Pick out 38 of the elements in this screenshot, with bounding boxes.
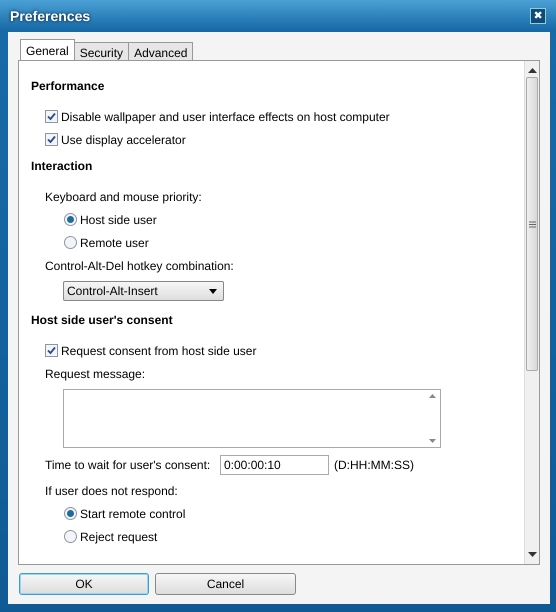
field-label: If user does not respond: (45, 482, 178, 500)
close-button[interactable]: ✖ (530, 8, 546, 24)
checkbox[interactable] (45, 133, 58, 146)
radio-label: Remote user (80, 234, 149, 252)
radio-label: Start remote control (80, 506, 186, 522)
field-label: Request message: (45, 366, 146, 382)
checkbox[interactable] (45, 110, 58, 123)
hotkey-dropdown[interactable]: Control-Alt-Insert (63, 281, 224, 301)
radio-button[interactable] (64, 213, 77, 226)
checkbox-label: Use display accelerator (61, 132, 186, 148)
ok-button[interactable]: OK (19, 573, 149, 595)
scrollbar[interactable] (524, 61, 539, 564)
caret-icon (209, 288, 217, 294)
radio-button[interactable] (64, 507, 77, 520)
checkbox-label: Request consent from host side user (61, 342, 256, 360)
radio-button[interactable] (64, 530, 77, 543)
scroll-up-icon[interactable] (528, 67, 536, 73)
window-title: Preferences (10, 6, 90, 26)
tab[interactable]: Security (74, 42, 130, 60)
radio-button[interactable] (64, 236, 77, 249)
time-field[interactable]: 0:00:00:10 (220, 455, 329, 475)
tab[interactable]: Advanced (128, 42, 194, 60)
field-label: Time to wait for user's consent: (45, 457, 212, 474)
section-heading: Host side user's consent (31, 312, 174, 329)
radio-label: Host side user (80, 212, 157, 228)
scroll-down-icon[interactable] (528, 552, 536, 558)
section-heading: Interaction (31, 158, 94, 175)
tab[interactable]: General (20, 39, 75, 60)
cancel-button[interactable]: Cancel (155, 573, 296, 595)
checkbox[interactable] (45, 344, 58, 357)
radio-label: Reject request (80, 528, 158, 546)
field-label: Control-Alt-Del hotkey combination: (45, 258, 234, 274)
format-hint: (D:HH:MM:SS) (334, 457, 414, 474)
grip-icon (528, 220, 536, 228)
section-heading: Performance (31, 78, 106, 95)
scroll-thumb[interactable] (526, 77, 538, 371)
field-label: Keyboard and mouse priority: (45, 188, 202, 206)
checkbox-label: Disable wallpaper and user interface effects on host computer (61, 108, 390, 126)
